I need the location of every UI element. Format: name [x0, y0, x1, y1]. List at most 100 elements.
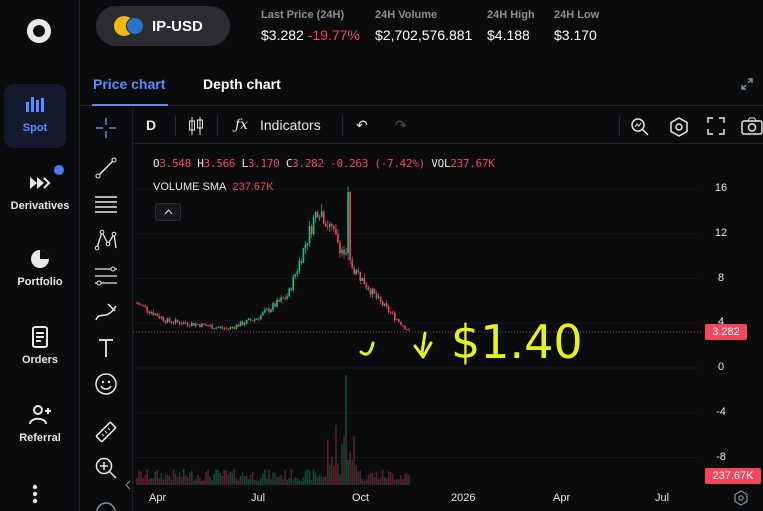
- candle-body: [318, 216, 321, 218]
- crosshair-icon[interactable]: [94, 116, 118, 140]
- more-vertical-icon[interactable]: [31, 483, 39, 505]
- candle-body: [272, 303, 274, 310]
- divider: [619, 116, 620, 136]
- volume-bar: [286, 479, 289, 485]
- candle-body: [310, 226, 313, 235]
- magnet-icon[interactable]: [94, 500, 118, 511]
- volume-bar: [327, 439, 329, 485]
- coinbase-logo-icon[interactable]: [22, 14, 56, 48]
- camera-icon[interactable]: [741, 117, 763, 135]
- undo-icon[interactable]: ↶: [356, 117, 368, 134]
- volume-bar: [304, 470, 307, 485]
- candle-body: [136, 303, 138, 304]
- sidebar-item-portfolio[interactable]: Portfolio: [0, 248, 80, 288]
- volume-bar: [158, 478, 161, 485]
- sidebar-item-label: Orders: [21, 354, 59, 366]
- volume-bar: [396, 479, 398, 485]
- zoom-in-icon[interactable]: [94, 456, 118, 480]
- horizontal-lines-icon[interactable]: [94, 192, 118, 216]
- bar-chart-icon: [26, 97, 44, 112]
- market-header: IP-USD Last Price (24H) $3.282 -19.77% 2…: [80, 0, 763, 58]
- candle-body: [381, 301, 384, 306]
- volume-bar: [164, 473, 167, 485]
- candle-body: [182, 322, 185, 324]
- volume-bar: [337, 463, 339, 485]
- tab-price-chart[interactable]: Price chart: [93, 76, 165, 92]
- document-icon: [32, 326, 48, 348]
- candle-body: [385, 303, 388, 307]
- brush-icon[interactable]: [94, 300, 118, 324]
- candle-body: [227, 328, 230, 330]
- sidebar-item-orders[interactable]: Orders: [0, 326, 80, 366]
- volume-bar: [314, 472, 317, 485]
- function-icon[interactable]: ƒx: [235, 117, 248, 133]
- volume-bar: [316, 477, 319, 485]
- pair-selector[interactable]: IP-USD: [96, 6, 230, 46]
- volume-bar: [268, 469, 270, 485]
- expand-icon[interactable]: [741, 78, 753, 90]
- x-tick-label: 2026: [451, 492, 476, 504]
- candle-body: [148, 311, 150, 313]
- price-chart[interactable]: O3.548 H3.566 L3.170 C3.282 -0.263 (-7.4…: [133, 145, 763, 511]
- axis-settings-icon[interactable]: [733, 490, 749, 506]
- candle-body: [288, 288, 291, 297]
- candlestick-icon[interactable]: [188, 116, 204, 136]
- chart-canvas[interactable]: [133, 145, 763, 511]
- trend-line-icon[interactable]: [94, 156, 118, 180]
- volume-bar: [347, 459, 349, 485]
- volume-bar: [345, 375, 347, 485]
- candle-body: [266, 308, 268, 310]
- annotation-arrow-1: [359, 341, 375, 356]
- ruler-icon[interactable]: [94, 420, 118, 444]
- candle-body: [186, 323, 189, 326]
- candle-body: [280, 297, 282, 302]
- volume-bar: [136, 478, 138, 485]
- chart-tabs: Price chart Depth chart: [80, 64, 763, 106]
- candle-body: [219, 326, 222, 328]
- volume-bar: [389, 471, 392, 485]
- candle-body: [361, 277, 364, 281]
- volume-bar: [385, 478, 388, 485]
- volume-bar: [308, 470, 311, 485]
- candle-body: [144, 305, 146, 307]
- volume-bar: [375, 471, 378, 485]
- last-price-value: $3.282: [261, 27, 304, 43]
- candle-body: [215, 327, 217, 329]
- volume-bar: [217, 470, 219, 485]
- close-value: 3.282: [292, 157, 324, 170]
- tab-depth-chart[interactable]: Depth chart: [203, 76, 281, 92]
- sidebar-item-spot[interactable]: Spot: [4, 84, 66, 148]
- volume-bar: [398, 479, 400, 485]
- sidebar-item-referral[interactable]: Referral: [0, 404, 80, 444]
- indicators-button[interactable]: Indicators: [260, 117, 321, 133]
- chevron-up-icon: [164, 209, 173, 215]
- settings-icon[interactable]: [669, 117, 689, 137]
- candle-body: [383, 303, 386, 306]
- collapse-toolbar-icon[interactable]: [124, 480, 132, 490]
- smiley-icon[interactable]: [94, 372, 118, 396]
- volume-bar: [150, 477, 153, 485]
- interval-button[interactable]: D: [146, 117, 156, 133]
- volume-label: 24H Volume: [375, 9, 438, 21]
- redo-icon[interactable]: ↷: [395, 117, 407, 134]
- fib-retracement-icon[interactable]: [94, 264, 118, 288]
- candle-body: [363, 277, 366, 285]
- candle-body: [199, 324, 201, 327]
- volume-bar: [174, 473, 177, 485]
- pair-name: IP-USD: [152, 17, 203, 35]
- candle-body: [369, 289, 372, 295]
- candle-body: [207, 325, 209, 327]
- text-icon[interactable]: [94, 336, 118, 360]
- volume-bar: [166, 475, 169, 485]
- compare-search-icon[interactable]: [630, 117, 650, 137]
- fullscreen-icon[interactable]: [707, 117, 725, 135]
- volume-bar: [387, 471, 390, 485]
- volume-bar: [239, 476, 242, 485]
- collapse-legend-button[interactable]: [155, 203, 181, 221]
- sidebar-item-derivatives[interactable]: Derivatives: [0, 172, 80, 212]
- pattern-icon[interactable]: [94, 228, 118, 252]
- candle-body: [184, 322, 187, 324]
- usd-coin-icon: [126, 17, 144, 35]
- sidebar-item-label: Spot: [22, 122, 48, 134]
- volume-bar: [257, 480, 260, 485]
